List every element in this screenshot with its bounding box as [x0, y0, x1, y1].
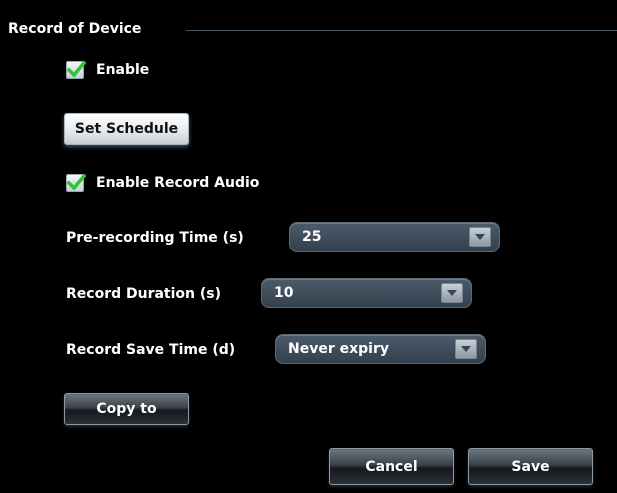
save-button[interactable]: Save — [468, 448, 593, 485]
chevron-down-icon[interactable] — [469, 227, 491, 247]
set-schedule-button[interactable]: Set Schedule — [64, 113, 189, 145]
chevron-down-icon[interactable] — [441, 283, 463, 303]
checkmark-icon — [66, 173, 86, 191]
group-title: Record of Device — [8, 21, 142, 37]
enable-record-audio-label: Enable Record Audio — [96, 175, 260, 191]
chevron-down-icon[interactable] — [455, 339, 477, 359]
pre-recording-time-value: 25 — [302, 229, 322, 245]
enable-checkbox[interactable] — [66, 60, 86, 79]
pre-recording-time-label: Pre-recording Time (s) — [66, 230, 244, 246]
copy-to-button[interactable]: Copy to — [64, 393, 189, 425]
enable-record-audio-row[interactable]: Enable Record Audio — [66, 172, 259, 194]
enable-record-audio-checkbox[interactable] — [66, 173, 86, 192]
record-save-time-select[interactable]: Never expiry — [275, 334, 486, 364]
record-duration-value: 10 — [274, 285, 294, 301]
record-duration-select[interactable]: 10 — [261, 278, 472, 308]
record-duration-label: Record Duration (s) — [66, 286, 222, 302]
record-settings-panel: Record of Device Enable Set Schedule Ena… — [0, 0, 617, 493]
record-save-time-label: Record Save Time (d) — [66, 342, 236, 358]
cancel-button[interactable]: Cancel — [329, 448, 454, 485]
group-divider — [186, 30, 617, 31]
record-save-time-value: Never expiry — [288, 341, 389, 357]
enable-checkbox-row[interactable]: Enable — [66, 59, 149, 81]
checkmark-icon — [66, 60, 86, 78]
pre-recording-time-select[interactable]: 25 — [289, 222, 500, 252]
enable-label: Enable — [96, 62, 150, 78]
